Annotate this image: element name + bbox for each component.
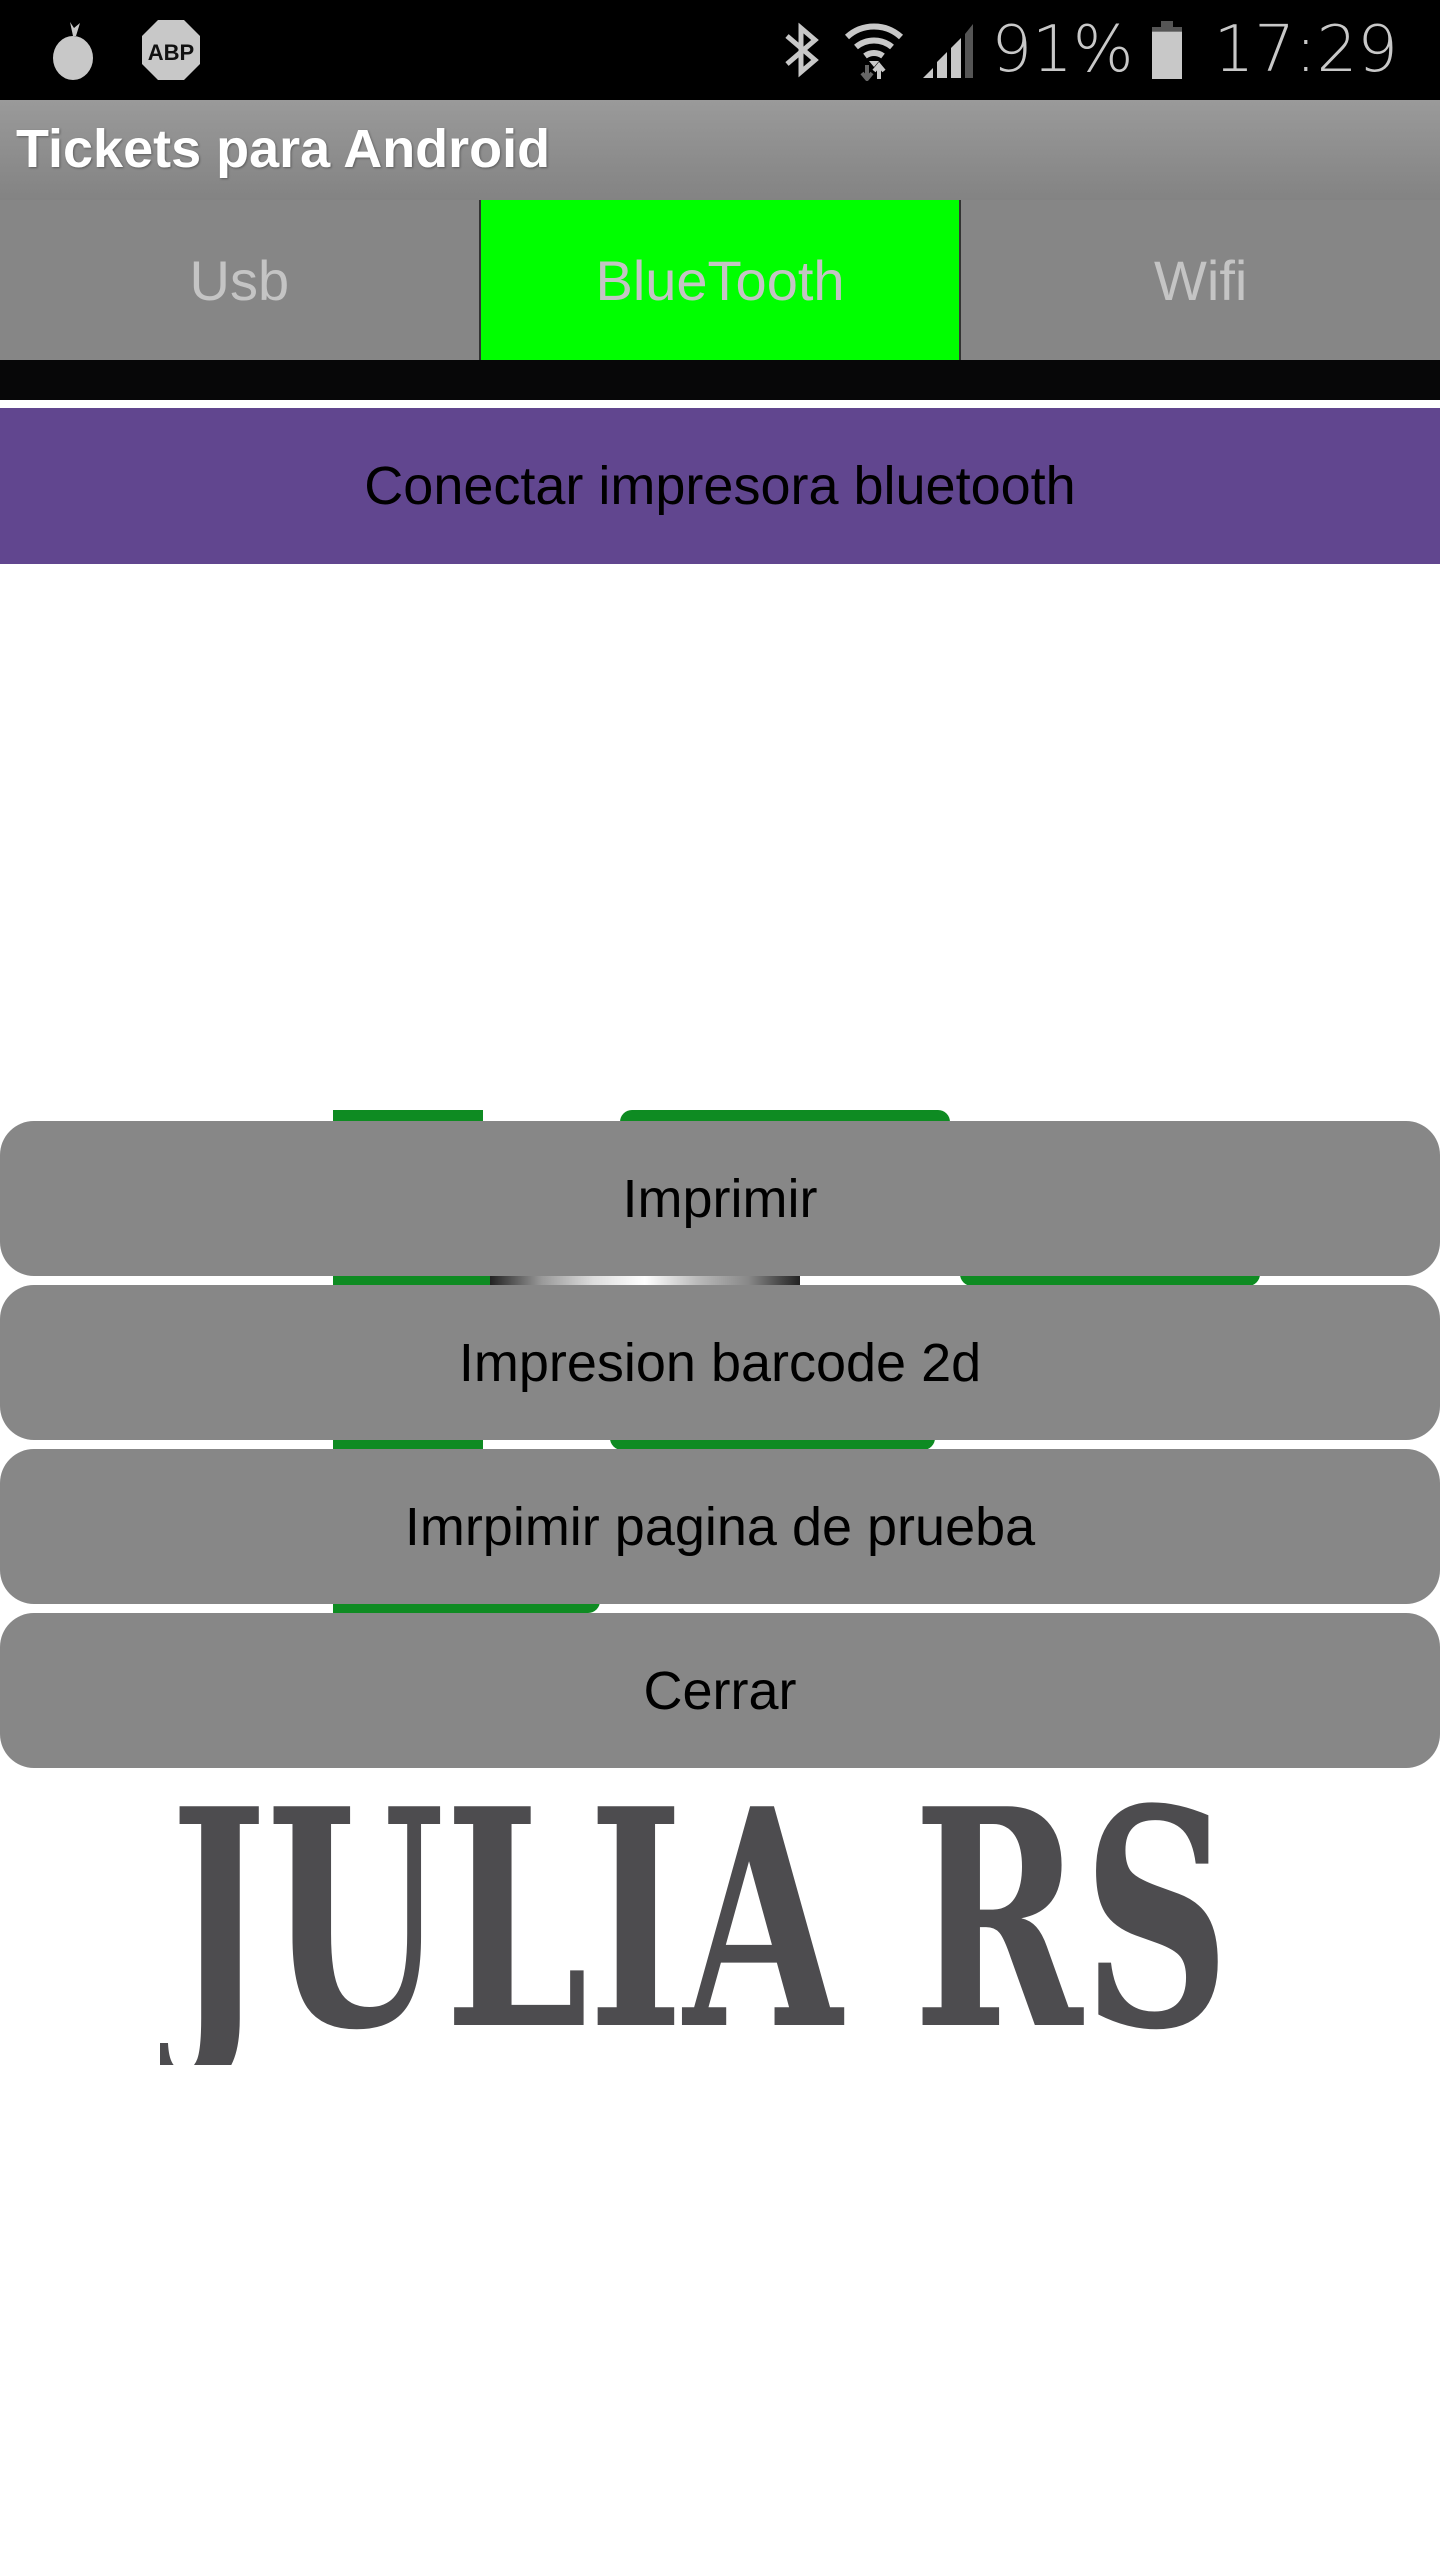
tab-usb[interactable]: Usb [0,200,479,360]
adblock-plus-icon: ABP [142,20,200,80]
print-barcode-2d-button[interactable]: Impresion barcode 2d [0,1285,1440,1440]
print-button[interactable]: Imprimir [0,1121,1440,1276]
bluetooth-icon [785,22,820,78]
status-right: 91% 17:29 [781,0,1398,100]
tab-wifi[interactable]: Wifi [961,200,1440,360]
tab-indicator-strip [0,360,1440,400]
signal-icon [923,24,974,78]
battery-percent: 91% [991,13,1134,87]
svg-text:ABP: ABP [148,40,194,65]
close-button[interactable]: Cerrar [0,1613,1440,1768]
status-bar: ABP 91% 17:29 [0,0,1440,100]
logo-text: JULIA RS [160,1775,1230,2065]
logo-text-label: JULIA RS [160,1775,1230,2065]
battery-level-fill [1151,31,1182,79]
clock: 17:29 [1213,13,1398,87]
connect-printer-button[interactable]: Conectar impresora bluetooth [0,408,1440,564]
wifi-icon [845,23,904,81]
title-bar: Tickets para Android [0,100,1440,200]
connection-tabs: Usb BlueTooth Wifi [0,200,1440,360]
tab-bluetooth[interactable]: BlueTooth [478,200,962,360]
print-test-page-button[interactable]: Imrpimir pagina de prueba [0,1449,1440,1604]
app-title: Tickets para Android [16,119,551,179]
onion-notification-icon [53,22,93,80]
battery-icon [1151,21,1182,79]
